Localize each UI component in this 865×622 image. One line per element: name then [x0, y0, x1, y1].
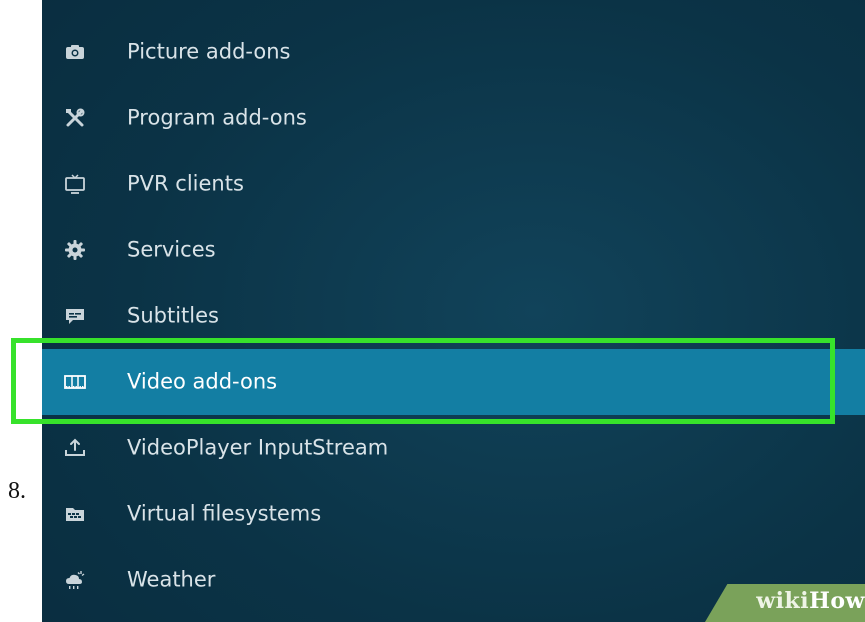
- menu-item-label: Program add-ons: [127, 105, 307, 130]
- menu-item-label: Video add-ons: [127, 369, 278, 394]
- gear-icon: [64, 239, 86, 261]
- watermark-text: wikiHow: [756, 588, 865, 614]
- tools-icon: [64, 107, 86, 129]
- upload-icon: [64, 437, 86, 459]
- menu-item-virtual-filesystems[interactable]: Virtual filesystems: [42, 481, 865, 547]
- menu-item-label: PVR clients: [127, 171, 244, 196]
- menu-item-label: Subtitles: [127, 303, 219, 328]
- menu-item-label: Virtual filesystems: [127, 501, 322, 526]
- menu-item-pvr-clients[interactable]: PVR clients: [42, 151, 865, 217]
- subtitles-icon: [64, 305, 86, 327]
- wikihow-watermark: wikiHow: [705, 584, 865, 622]
- tv-icon: [64, 173, 86, 195]
- weather-icon: [64, 569, 86, 591]
- camera-icon: [64, 41, 86, 63]
- menu-item-label: VideoPlayer InputStream: [127, 435, 389, 460]
- kodi-addons-screen: Picture add-ons Program add-ons PVR clie…: [42, 0, 865, 622]
- menu-item-video-addons[interactable]: Video add-ons: [42, 349, 865, 415]
- menu-item-label: Picture add-ons: [127, 39, 291, 64]
- step-number: 8.: [8, 478, 26, 504]
- folder-icon: [64, 503, 86, 525]
- menu-item-program-addons[interactable]: Program add-ons: [42, 85, 865, 151]
- film-icon: [64, 371, 86, 393]
- menu-item-label: Weather: [127, 567, 216, 592]
- menu-item-picture-addons[interactable]: Picture add-ons: [42, 19, 865, 85]
- menu-item-videoplayer-inputstream[interactable]: VideoPlayer InputStream: [42, 415, 865, 481]
- menu-item-services[interactable]: Services: [42, 217, 865, 283]
- addon-category-list: Picture add-ons Program add-ons PVR clie…: [42, 19, 865, 613]
- menu-item-label: Services: [127, 237, 216, 262]
- menu-item-subtitles[interactable]: Subtitles: [42, 283, 865, 349]
